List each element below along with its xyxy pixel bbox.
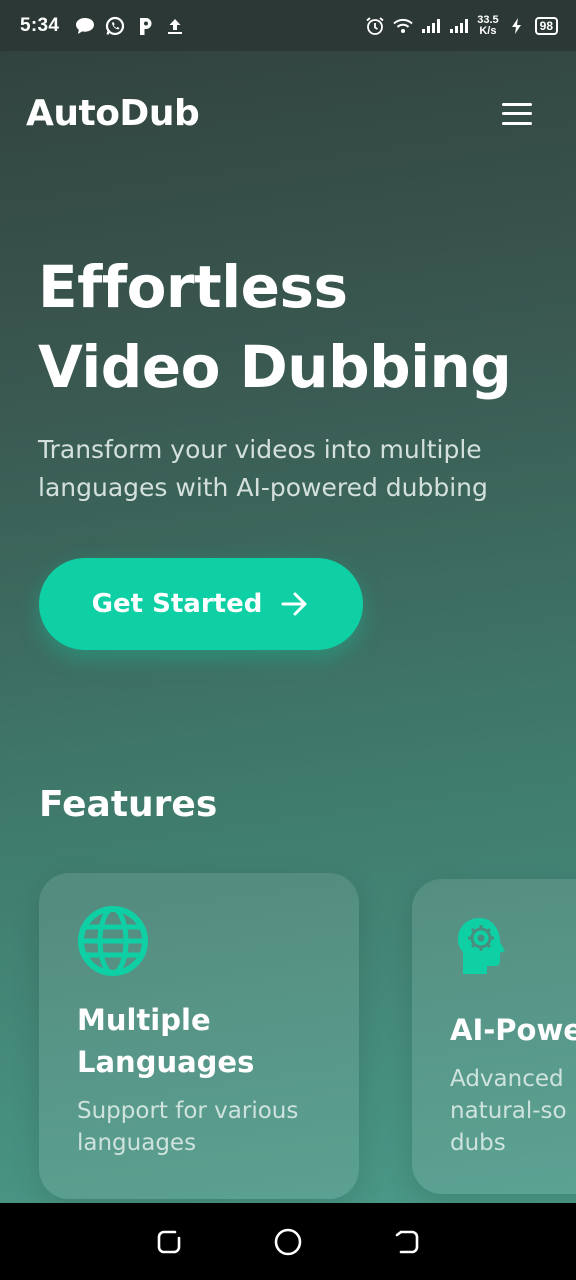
- hero-subtitle: Transform your videos into multiple lang…: [38, 435, 488, 502]
- network-speed: 33.5 K/s: [477, 13, 499, 37]
- app-header: AutoDub: [26, 93, 532, 134]
- globe-icon: [77, 905, 149, 977]
- system-nav-bar: [0, 1203, 576, 1280]
- hero-title: Effortless Video Dubbing: [38, 253, 512, 401]
- feature-card[interactable]: AI-Powe Advanced natural-so dubs: [412, 879, 576, 1194]
- back-icon[interactable]: [391, 1226, 423, 1258]
- ai-head-icon: [450, 915, 522, 987]
- recent-apps-icon[interactable]: [153, 1226, 185, 1258]
- feature-card[interactable]: Multiple Languages Support for various l…: [39, 873, 359, 1199]
- message-icon: [75, 16, 95, 36]
- signal-icon: [421, 16, 441, 36]
- get-started-label: Get Started: [91, 589, 263, 619]
- get-started-button[interactable]: Get Started: [39, 558, 363, 650]
- upload-icon: [165, 16, 185, 36]
- alarm-icon: [365, 16, 385, 36]
- feature-card-description: Advanced natural-so dubs: [450, 1066, 567, 1156]
- signal-icon: [449, 16, 469, 36]
- feature-card-title: AI-Powe: [450, 1013, 576, 1047]
- feature-card-title: Multiple Languages: [77, 1003, 255, 1079]
- whatsapp-icon: [105, 16, 125, 36]
- features-title: Features: [39, 784, 218, 825]
- status-bar: 5:34 33.5 K/s 98: [0, 0, 576, 51]
- app-logo[interactable]: AutoDub: [26, 93, 200, 134]
- app-screen: AutoDub Effortless Video Dubbing Transfo…: [0, 51, 576, 1203]
- wifi-icon: [393, 16, 413, 36]
- p-app-icon: [135, 16, 155, 36]
- arrow-right-icon: [281, 592, 307, 616]
- battery-indicator: 98: [534, 16, 558, 35]
- feature-card-description: Support for various languages: [77, 1098, 299, 1156]
- charging-icon: [507, 16, 527, 36]
- home-icon[interactable]: [272, 1226, 304, 1258]
- status-time: 5:34: [20, 14, 60, 36]
- hamburger-menu-icon[interactable]: [502, 102, 532, 125]
